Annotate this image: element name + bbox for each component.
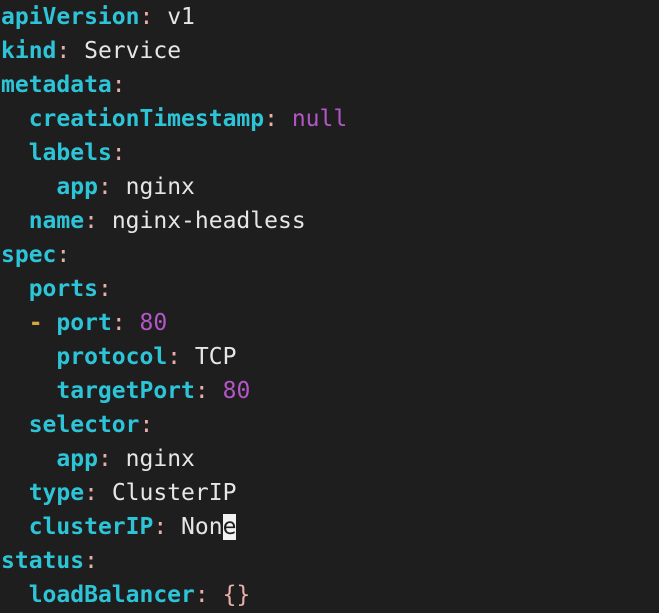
yaml-line: apiVersion: v1 [0,0,659,34]
yaml-space [209,582,223,608]
yaml-punctuation: : [167,344,182,370]
yaml-value: nginx-headless [111,208,306,234]
yaml-key: app [56,174,98,200]
yaml-space [98,480,112,506]
yaml-punctuation: : [264,106,278,132]
yaml-line: name: nginx-headless [0,204,659,238]
yaml-line: creationTimestamp: null [0,102,659,136]
yaml-key: loadBalancer [28,582,195,608]
yaml-indent [1,276,29,302]
yaml-space [112,446,126,472]
yaml-scalar: 80 [222,378,251,404]
yaml-value: Non [181,514,223,540]
yaml-space [167,514,181,540]
yaml-space [98,208,112,234]
yaml-line: app: nginx [0,170,659,204]
yaml-key: apiVersion [1,4,140,30]
yaml-punctuation: : [139,412,154,438]
yaml-indent [1,140,29,166]
yaml-sequence-dash: - [28,310,43,336]
yaml-punctuation: {} [222,582,251,608]
yaml-punctuation: : [139,4,154,30]
yaml-punctuation: : [97,174,112,200]
yaml-indent [1,446,56,472]
yaml-key: ports [28,276,98,302]
yaml-punctuation: : [111,140,126,166]
yaml-key: name [28,208,85,234]
yaml-punctuation: : [84,480,98,506]
yaml-value: ClusterIP [111,480,237,506]
yaml-value: nginx [125,446,195,472]
yaml-space [181,344,195,370]
yaml-indent [1,480,29,506]
yaml-punctuation: : [97,446,112,472]
yaml-line: labels: [0,136,659,170]
yaml-punctuation: : [84,548,98,574]
yaml-line: status: [0,544,659,578]
yaml-line: app: nginx [0,442,659,476]
yaml-key: labels [28,140,112,166]
yaml-space [70,38,84,64]
yaml-line: loadBalancer: {} [0,578,659,612]
yaml-line: spec: [0,238,659,272]
yaml-key: protocol [56,344,168,370]
yaml-space [153,4,167,30]
yaml-indent [1,514,29,540]
yaml-space [278,106,292,132]
yaml-space [209,378,223,404]
yaml-line: metadata: [0,68,659,102]
yaml-indent [1,344,56,370]
yaml-key: clusterIP [28,514,154,540]
yaml-space [43,310,57,336]
yaml-key: status [1,548,85,574]
yaml-scalar: 80 [139,310,168,336]
yaml-key: type [28,480,85,506]
yaml-indent [1,378,56,404]
yaml-space [112,174,126,200]
yaml-punctuation: : [56,242,71,268]
yaml-key: spec [1,242,57,268]
yaml-key: metadata [1,72,112,98]
yaml-line: kind: Service [0,34,659,68]
yaml-key: port [56,310,112,336]
yaml-punctuation: : [153,514,168,540]
yaml-punctuation: : [111,72,126,98]
terminal-output-pane[interactable]: apiVersion: v1 kind: Service metadata: cre… [0,0,659,613]
yaml-line: targetPort: 80 [0,374,659,408]
yaml-value: nginx [125,174,195,200]
yaml-key: targetPort [56,378,195,404]
yaml-indent [1,208,29,234]
yaml-line: ports: [0,272,659,306]
yaml-punctuation: : [84,208,98,234]
yaml-indent [1,582,29,608]
yaml-key: creationTimestamp [28,106,265,132]
yaml-key: selector [28,412,140,438]
yaml-punctuation: : [56,38,71,64]
yaml-scalar: null [291,106,348,132]
yaml-indent [1,412,29,438]
yaml-indent [1,310,29,336]
yaml-line: - port: 80 [0,306,659,340]
yaml-line: clusterIP: None [0,510,659,544]
yaml-line: protocol: TCP [0,340,659,374]
yaml-value: TCP [194,344,237,370]
yaml-line: selector: [0,408,659,442]
yaml-key: app [56,446,98,472]
yaml-space [126,310,140,336]
text-cursor[interactable]: e [222,514,237,540]
yaml-value: v1 [167,4,195,30]
yaml-indent [1,174,56,200]
yaml-line: type: ClusterIP [0,476,659,510]
yaml-punctuation: : [194,582,209,608]
yaml-key: kind [1,38,57,64]
yaml-value: Service [84,38,182,64]
yaml-punctuation: : [194,378,209,404]
yaml-punctuation: : [97,276,112,302]
yaml-punctuation: : [111,310,126,336]
yaml-indent [1,106,29,132]
